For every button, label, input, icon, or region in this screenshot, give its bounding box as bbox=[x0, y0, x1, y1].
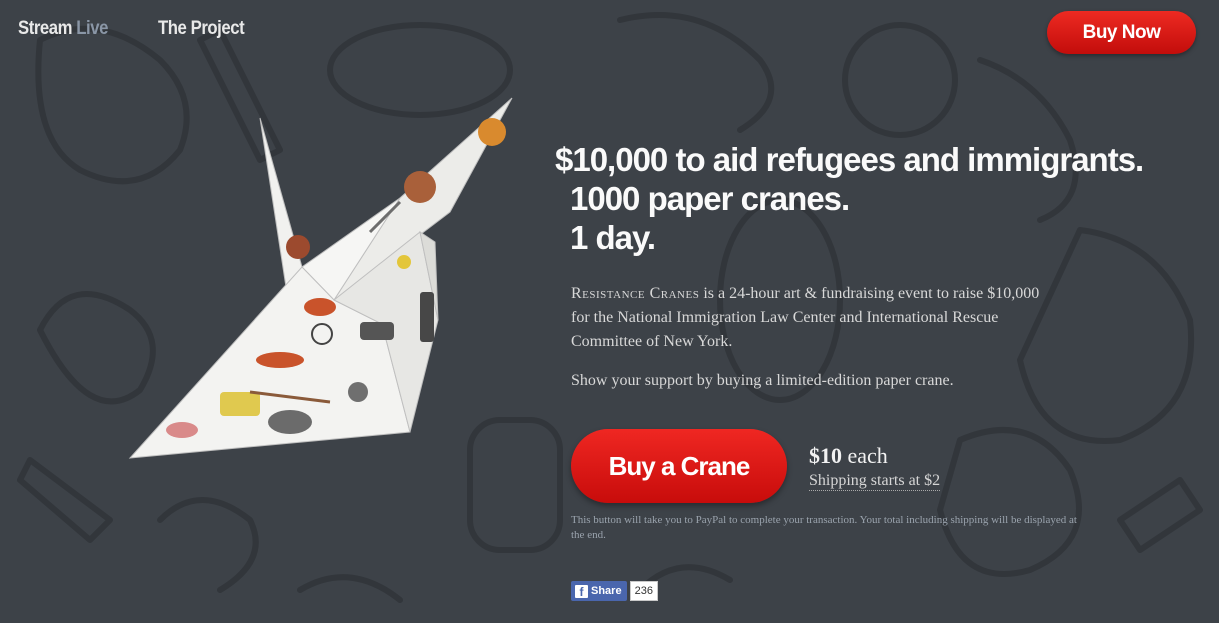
origami-crane-image bbox=[128, 97, 513, 459]
buy-now-button[interactable]: Buy Now bbox=[1047, 11, 1196, 54]
buy-crane-button[interactable]: Buy a Crane bbox=[571, 429, 787, 503]
nav-live-word: Live bbox=[76, 18, 108, 39]
main-nav: Stream Live The Project bbox=[18, 18, 256, 40]
headline-line-1: $10,000 to aid refugees and immigrants. bbox=[555, 141, 1144, 178]
share-label: Share bbox=[591, 585, 622, 597]
nav-the-project[interactable]: The Project bbox=[158, 18, 245, 40]
headline-line-3: 1 day. bbox=[570, 219, 656, 256]
event-description: Resistance Cranes is a 24-hour art & fun… bbox=[571, 282, 1061, 354]
headline-line-2: 1000 paper cranes. bbox=[570, 180, 850, 217]
share-count: 236 bbox=[629, 581, 658, 601]
shipping-info-link[interactable]: Shipping starts at $2 bbox=[809, 472, 941, 491]
price-unit: each bbox=[847, 443, 888, 468]
facebook-share: f Share 236 bbox=[571, 581, 658, 601]
brand-name: Resistance Cranes bbox=[571, 285, 700, 302]
support-text: Show your support by buying a limited-ed… bbox=[571, 372, 954, 389]
facebook-share-button[interactable]: f Share bbox=[571, 581, 627, 601]
nav-stream-live[interactable]: Stream Live bbox=[18, 18, 108, 40]
price-label: $10 each bbox=[809, 443, 888, 469]
hero-headline: $10,000 to aid refugees and immigrants. … bbox=[555, 140, 1144, 257]
nav-stream-word: Stream bbox=[18, 18, 73, 39]
paypal-note: This button will take you to PayPal to c… bbox=[571, 514, 1077, 541]
price-amount: $10 bbox=[809, 443, 842, 468]
facebook-icon: f bbox=[575, 584, 588, 599]
